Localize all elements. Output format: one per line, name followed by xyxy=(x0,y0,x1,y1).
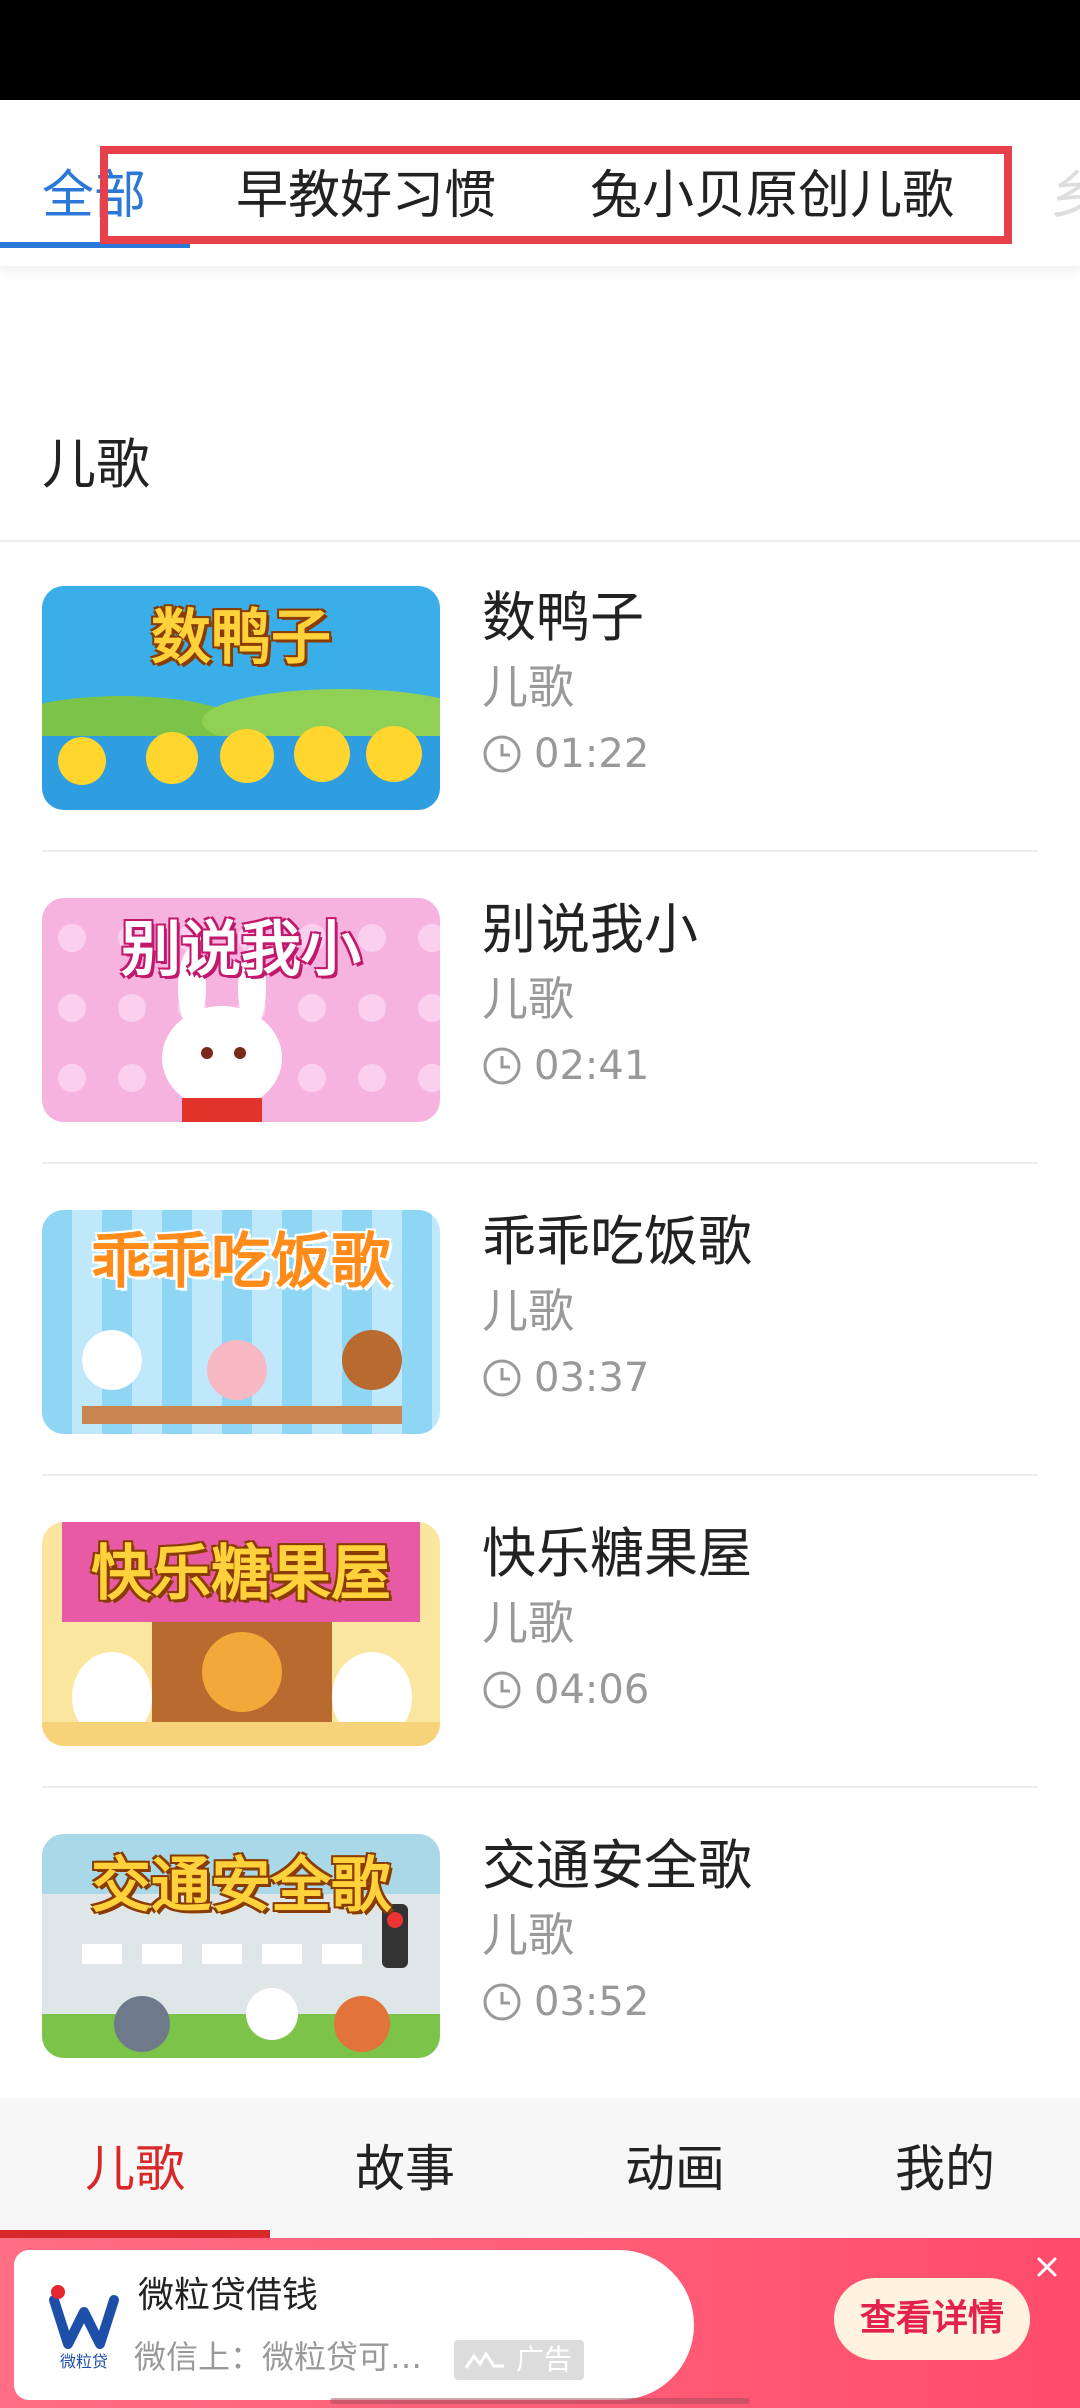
song-duration: 04:06 xyxy=(482,1662,649,1718)
song-item[interactable]: 交通安全歌 交通安全歌 儿歌 03:52 xyxy=(0,1790,1080,2100)
ad-title: 微粒贷借钱 xyxy=(138,2275,319,2316)
song-divider xyxy=(42,1786,1038,1788)
duration-text: 02:41 xyxy=(534,1043,650,1089)
home-indicator xyxy=(330,2398,750,2404)
duration-text: 03:52 xyxy=(534,1979,650,2025)
song-category: 儿歌 xyxy=(482,660,574,714)
nav-active-indicator xyxy=(0,2230,270,2238)
song-title: 快乐糖果屋 xyxy=(482,1522,752,1585)
ad-description: 微信上：微粒贷可… xyxy=(134,2338,423,2376)
thumbnail-title: 交通安全歌 xyxy=(91,1851,391,1921)
song-title: 数鸭子 xyxy=(482,586,644,649)
song-category: 儿歌 xyxy=(482,1596,574,1650)
ad-card[interactable]: 微粒贷 微粒贷借钱 微信上：微粒贷可… 广告 xyxy=(14,2250,694,2400)
song-divider xyxy=(42,1474,1038,1476)
status-bar xyxy=(0,0,1080,100)
nav-songs[interactable]: 儿歌 xyxy=(0,2134,270,2204)
song-category: 儿歌 xyxy=(482,972,574,1026)
song-item[interactable]: 乖乖吃饭歌 乖乖吃饭歌 儿歌 03:37 xyxy=(0,1166,1080,1476)
song-category: 儿歌 xyxy=(482,1284,574,1338)
song-item[interactable]: 数鸭子 数鸭子 儿歌 01:22 xyxy=(0,542,1080,852)
category-tabs: 全部 早教好习惯 兔小贝原创儿歌 乡 xyxy=(0,100,1080,266)
ad-badge-label: 广告 xyxy=(516,2343,573,2376)
thumbnail-title: 数鸭子 xyxy=(151,603,331,673)
highlight-box xyxy=(100,146,1012,244)
song-thumbnail[interactable]: 数鸭子 xyxy=(42,586,440,810)
bottom-nav: 儿歌 故事 动画 我的 xyxy=(0,2098,1080,2238)
clock-icon xyxy=(483,1047,521,1085)
ad-badge: 广告 xyxy=(454,2340,585,2380)
duration-text: 04:06 xyxy=(534,1667,650,1713)
song-category: 儿歌 xyxy=(482,1908,574,1962)
section-title: 儿歌 xyxy=(42,433,150,496)
duration-text: 01:22 xyxy=(534,731,650,777)
nav-stories[interactable]: 故事 xyxy=(270,2134,540,2204)
song-divider xyxy=(42,1162,1038,1164)
nav-mine[interactable]: 我的 xyxy=(810,2134,1080,2204)
song-divider xyxy=(42,850,1038,852)
song-thumbnail[interactable]: 快乐糖果屋 xyxy=(42,1522,440,1746)
ad-details-button[interactable]: 查看详情 xyxy=(834,2278,1030,2360)
song-title: 乖乖吃饭歌 xyxy=(482,1210,752,1273)
clock-icon xyxy=(483,1671,521,1709)
song-duration: 03:52 xyxy=(482,1974,649,2030)
thumbnail-title: 乖乖吃饭歌 xyxy=(91,1227,391,1297)
ad-mark-icon xyxy=(464,2351,504,2369)
duration-text: 03:37 xyxy=(534,1355,650,1401)
song-duration: 02:41 xyxy=(482,1038,649,1094)
song-title: 交通安全歌 xyxy=(482,1834,752,1897)
song-duration: 01:22 xyxy=(482,726,649,782)
clock-icon xyxy=(483,1359,521,1397)
tab-partial[interactable]: 乡 xyxy=(1050,160,1080,232)
song-title: 别说我小 xyxy=(482,898,698,961)
clock-icon xyxy=(483,1983,521,2021)
ad-banner[interactable]: 微粒贷 微粒贷借钱 微信上：微粒贷可… 广告 查看详情 xyxy=(0,2238,1080,2408)
song-thumbnail[interactable]: 别说我小 xyxy=(42,898,440,1122)
ad-logo-text: 微粒贷 xyxy=(59,2352,108,2371)
nav-animation[interactable]: 动画 xyxy=(540,2134,810,2204)
song-item[interactable]: 别说我小 别说我小 儿歌 02:41 xyxy=(0,854,1080,1164)
thumbnail-title: 别说我小 xyxy=(121,915,361,985)
clock-icon xyxy=(483,735,521,773)
close-icon[interactable] xyxy=(1036,2256,1058,2278)
song-item[interactable]: 快乐糖果屋 快乐糖果屋 儿歌 04:06 xyxy=(0,1478,1080,1788)
song-thumbnail[interactable]: 交通安全歌 xyxy=(42,1834,440,2058)
song-thumbnail[interactable]: 乖乖吃饭歌 xyxy=(42,1210,440,1434)
thumbnail-title: 快乐糖果屋 xyxy=(91,1539,391,1609)
song-duration: 03:37 xyxy=(482,1350,649,1406)
